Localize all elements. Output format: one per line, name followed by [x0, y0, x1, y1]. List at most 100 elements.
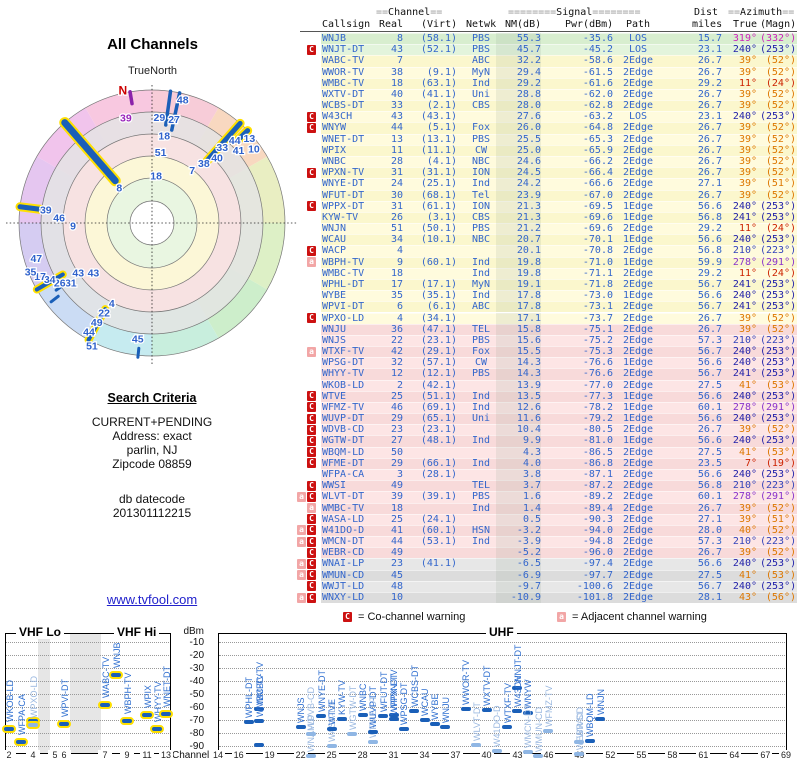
table-row: WNJB 8 (58.1) PBS 55.3 -35.6 LOS 15.7 319° (332°): [321, 33, 797, 45]
cell-dist: 56.6: [697, 234, 722, 246]
cell-azimuth-magn: (253°): [760, 469, 797, 481]
radar-channel-label: 38: [198, 158, 210, 170]
table-row: WMUN-CD 45 -6.9 -97.7 2Edge 27.5 41° (53°): [321, 569, 797, 581]
callsign-label: WMBC-TV: [254, 674, 265, 718]
radar-channel-label: 41: [233, 145, 245, 157]
cell-virt: (23.1): [420, 424, 457, 436]
cell-nm: 25.0: [516, 144, 541, 156]
cell-azimuth-magn: (52°): [765, 189, 796, 201]
cell-virt: (25.1): [420, 178, 457, 190]
cell-dist: 56.7: [697, 580, 722, 592]
cell-real: 39: [390, 491, 403, 503]
axis-tick: 28: [355, 749, 370, 760]
cell-real: 46: [390, 401, 403, 413]
table-row: WPXO-LD 4 (34.1) 17.1 -73.7 2Edge 26.7 39° (52°): [321, 312, 797, 324]
eq-mark: ==: [376, 7, 389, 18]
cell-nm: 29.4: [516, 66, 541, 78]
col-header-real: Real: [379, 19, 404, 30]
cell-pwr: -58.6: [582, 55, 613, 67]
radar-signal-bar: [128, 90, 134, 106]
cell-dist: 57.3: [697, 334, 722, 346]
signal-bar: [14, 738, 28, 747]
cell-azimuth-true: 240°: [732, 290, 757, 302]
cell-virt: (69.1): [420, 401, 457, 413]
warning-icons: C: [296, 402, 316, 413]
tvfool-link[interactable]: www.tvfool.com: [107, 592, 197, 607]
cell-real: 35: [390, 290, 403, 302]
radar-channel-label: 31: [65, 278, 77, 290]
table-row: WLVT-DT 39 (39.1) PBS 1.6 -89.2 2Edge 60.1 278°(…: [321, 491, 797, 503]
co-channel-warning-icon: C: [307, 391, 316, 402]
dbm-tick-label: -80: [189, 728, 204, 739]
cell-netwk: PBS: [471, 334, 491, 346]
adjacent-warning-icon: a: [297, 558, 306, 569]
cell-real: 31: [390, 200, 403, 212]
cell-netwk: [466, 558, 496, 569]
cell-netwk: Ind: [471, 502, 491, 514]
cell-path: LOS: [628, 44, 648, 56]
cell-azimuth-true: 240°: [732, 357, 757, 369]
warning-icons: C: [296, 458, 316, 469]
callsign-label: WMCN-DT: [523, 704, 534, 749]
signal-bar: [491, 749, 502, 754]
cell-azimuth-true: 39°: [738, 424, 757, 436]
cell-pwr: -76.6: [582, 357, 613, 369]
eq-mark: ==: [728, 7, 741, 18]
col-header-nm: NM(dB): [505, 19, 542, 30]
cell-netwk: [466, 111, 496, 122]
table-row: WEBR-CD 49 -5.2 -96.0 2Edge 26.7 39° (52°): [321, 547, 797, 559]
cell-dist: 28.1: [697, 592, 722, 603]
cell-virt: (42.1): [420, 379, 457, 391]
cell-real: 49: [390, 547, 403, 559]
cell-netwk: Uni: [471, 413, 491, 425]
cell-path: 2Edge: [622, 547, 654, 559]
col-header-virt: (Virt): [421, 19, 458, 30]
radar-channel-label: 51: [86, 341, 98, 353]
cell-azimuth-true: 241°: [732, 211, 757, 223]
cell-nm: -3.9: [516, 536, 541, 548]
cell-pwr: -61.5: [582, 66, 613, 78]
cell-azimuth-true: 240°: [732, 234, 757, 246]
callsign-label: WPVI-DT: [59, 679, 70, 718]
co-channel-warning-icon: C: [307, 111, 316, 122]
col-header-callsign: Callsign: [322, 19, 371, 30]
cell-nm: 24.2: [516, 178, 541, 190]
signal-bar: [150, 724, 164, 733]
cell-dist: 26.7: [697, 547, 722, 559]
cell-nm: -5.2: [516, 547, 541, 559]
radar-channel-label: 40: [211, 152, 223, 164]
cell-pwr: -67.0: [582, 189, 613, 201]
co-channel-warning-icon: C: [307, 201, 316, 212]
cell-path: 2Edge: [622, 66, 654, 78]
cell-azimuth-true: 278°: [732, 256, 757, 268]
cell-pwr: -90.3: [582, 513, 613, 525]
cell-netwk: TEL: [471, 480, 491, 492]
cell-nm: 9.9: [522, 435, 541, 447]
adjacent-warning-icon: a: [297, 570, 306, 581]
cell-nm: -3.2: [516, 524, 541, 536]
cell-pwr: -86.8: [582, 457, 613, 469]
adjacent-warning-icon: a: [297, 491, 306, 502]
warning-icons: C: [296, 514, 316, 525]
cell-dist: 26.7: [697, 122, 722, 134]
cell-dist: 57.3: [697, 536, 722, 548]
signal-bar: [574, 751, 585, 756]
dbm-tick-label: -10: [189, 637, 204, 648]
cell-real: 29: [390, 457, 403, 469]
cell-path: 2Edge: [622, 189, 654, 201]
co-channel-warning-icon: C: [307, 558, 316, 569]
cell-azimuth-magn: (223°): [760, 480, 797, 492]
cell-virt: (35.1): [420, 290, 457, 302]
cell-dist: 56.6: [697, 558, 722, 570]
co-channel-warning-icon: C: [307, 402, 316, 413]
cell-real: 32: [390, 357, 403, 369]
signal-bar: [336, 717, 347, 722]
cell-nm: 25.5: [516, 133, 541, 145]
adjacent-warning-icon: a: [307, 503, 316, 514]
cell-nm: 15.6: [516, 334, 541, 346]
cell-azimuth-true: 41°: [738, 569, 757, 581]
warning-icons: aC: [296, 536, 316, 547]
callsign-label: WWOR-TV: [461, 659, 472, 705]
search-mode: CURRENT+PENDING: [91, 415, 213, 429]
cell-nm: -10.9: [510, 592, 541, 603]
